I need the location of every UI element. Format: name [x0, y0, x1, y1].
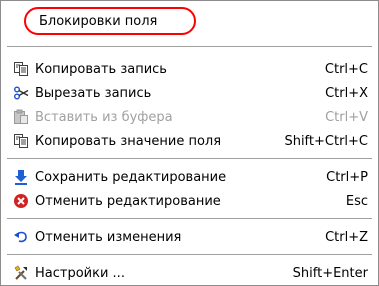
menu-item-label: Вставить из буфера: [35, 109, 173, 125]
menu-item-label: Настройки ...: [35, 265, 125, 281]
menu-item-cancel-editing[interactable]: Отменить редактирование Esc: [1, 189, 378, 213]
cancel-icon: [13, 193, 29, 209]
menu-item-shortcut: Ctrl+X: [325, 85, 368, 101]
menu-item-undo-changes[interactable]: Отменить изменения Ctrl+Z: [1, 225, 378, 249]
menu-item-save-editing[interactable]: Сохранить редактирование Ctrl+P: [1, 165, 378, 189]
highlight-oval: [24, 7, 196, 35]
save-arrow-icon: [13, 169, 29, 185]
menu-item-shortcut: Esc: [345, 193, 368, 209]
context-menu: Блокировки поля Копировать запись Ctrl+C: [0, 0, 379, 286]
menu-separator: [7, 218, 372, 220]
scissors-icon: [13, 85, 29, 101]
undo-icon: [13, 229, 29, 245]
menu-separator: [7, 46, 372, 48]
menu-item-shortcut: Ctrl+Z: [325, 229, 368, 245]
menu-item-settings[interactable]: Настройки ... Shift+Enter: [1, 261, 378, 285]
menu-item-shortcut: Ctrl+P: [326, 169, 368, 185]
menu-item-label: Сохранить редактирование: [35, 169, 227, 185]
copy-field-icon: [13, 133, 29, 149]
menu-item-label: Отменить изменения: [35, 229, 182, 245]
settings-tools-icon: [13, 265, 29, 281]
paste-icon: [13, 109, 29, 125]
menu-item-label: Вырезать запись: [35, 85, 152, 101]
menu-separator: [7, 158, 372, 160]
menu-item-label: Копировать значение поля: [35, 133, 222, 149]
menu-item-shortcut: Shift+Enter: [292, 265, 368, 281]
menu-item-label: Отменить редактирование: [35, 193, 221, 209]
menu-separator: [7, 254, 372, 256]
copy-record-icon: [13, 61, 29, 77]
menu-item-paste[interactable]: Вставить из буфера Ctrl+V: [1, 105, 378, 129]
menu-item-shortcut: Ctrl+C: [324, 61, 368, 77]
menu-item-shortcut: Ctrl+V: [325, 109, 368, 125]
menu-item-shortcut: Shift+Ctrl+C: [284, 133, 368, 149]
menu-item-label: Копировать запись: [35, 61, 167, 77]
menu-item-copy-field-value[interactable]: Копировать значение поля Shift+Ctrl+C: [1, 129, 378, 153]
menu-item-cut-record[interactable]: Вырезать запись Ctrl+X: [1, 81, 378, 105]
menu-item-copy-record[interactable]: Копировать запись Ctrl+C: [1, 57, 378, 81]
